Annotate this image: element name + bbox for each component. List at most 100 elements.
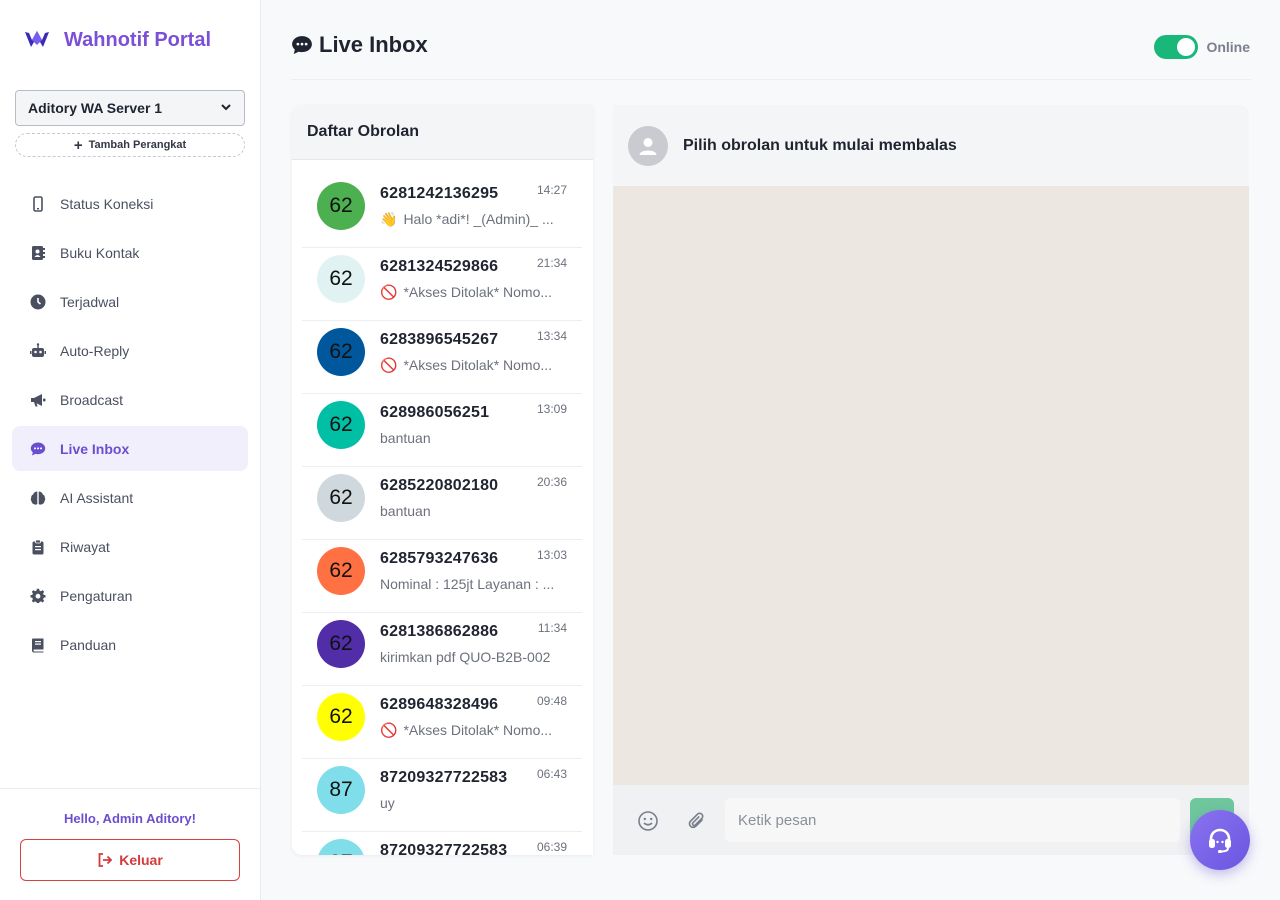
phone-icon [30,195,46,212]
brand[interactable]: Wahnotif Portal [22,26,211,54]
avatar: 62 [317,255,365,303]
sidebar-item-riwayat[interactable]: Riwayat [12,524,248,569]
sidebar-nav: Status Koneksi Buku Kontak Terjadwal Aut… [12,181,248,671]
contact-name: 6285220802180 [380,477,499,494]
chat-list-item[interactable]: 62 6285793247636 13:03 Nominal : 125jt Laya… [302,540,582,613]
sidebar-item-label: Riwayat [60,538,110,555]
book-icon [30,637,46,653]
chat-list-item[interactable]: 62 6289648328496 09:48 🚫 *Akses Ditolak* Nom… [302,686,582,759]
message-preview: 🚫 *Akses Ditolak* Nomo... [380,357,566,374]
page-title-text: Live Inbox [319,32,428,57]
contact-name: 6281386862886 [380,623,499,640]
page-title: Live Inbox [291,32,428,58]
online-status: Online [1154,35,1250,59]
contact-name: 6281242136295 [380,185,499,202]
avatar: 62 [317,328,365,376]
clock-icon [30,294,46,310]
chat-list-item[interactable]: 62 628986056251 13:09 bantuan [302,394,582,467]
sidebar-item-pengaturan[interactable]: Pengaturan [12,573,248,618]
robot-icon [30,342,46,359]
sidebar-item-label: Panduan [60,636,117,653]
message-time: 13:03 [536,548,567,562]
message-time: 06:43 [536,767,567,781]
paperclip-icon[interactable] [686,810,708,832]
message-preview: kirimkan pdf QUO-B2B-002 [380,649,566,665]
chat-window-title: Pilih obrolan untuk mulai membalas [683,136,957,154]
logo-icon [22,26,52,54]
sidebar-item-terjadwal[interactable]: Terjadwal [12,279,248,324]
message-time: 14:27 [536,183,567,197]
emoji-icon[interactable] [637,810,659,832]
contact-name: 628986056251 [380,404,490,421]
add-device-button[interactable]: + Tambah Perangkat [15,133,245,157]
sidebar-item-status-koneksi[interactable]: Status Koneksi [12,181,248,226]
contact-name: 6285793247636 [380,550,499,567]
chat-list-item[interactable]: 62 6281386862886 11:34 kirimkan pdf QUO-B2B… [302,613,582,686]
sidebar-item-label: Live Inbox [60,440,130,457]
chat-list-item[interactable]: 62 6285220802180 20:36 bantuan [302,467,582,540]
message-preview-text: uy [380,795,395,811]
message-preview: uy [380,795,566,811]
chat-list-item[interactable]: 87 87209327722583 06:43 uy [302,759,582,832]
chat-window-header: Pilih obrolan untuk mulai membalas [613,105,1249,186]
message-preview-text: *Akses Ditolak* Nomo... [403,722,553,738]
sidebar-item-broadcast[interactable]: Broadcast [12,377,248,422]
device-select[interactable]: Aditory WA Server 1 [15,90,245,126]
sidebar-item-auto-reply[interactable]: Auto-Reply [12,328,248,373]
contact-name: 6283896545267 [380,331,499,348]
blocked-icon: 🚫 [380,357,398,373]
avatar: 62 [317,474,365,522]
chat-list-item[interactable]: 87 87209327722583 06:39 [302,832,582,855]
blocked-icon: 🚫 [380,722,398,738]
sidebar-item-buku-kontak[interactable]: Buku Kontak [12,230,248,275]
sidebar-item-label: Terjadwal [60,293,120,310]
avatar: 87 [317,766,365,814]
avatar: 87 [317,839,365,855]
chevron-down-icon [220,100,232,116]
chat-list-panel: Daftar Obrolan 62 6281242136295 14:27 👋 Halo… [292,105,593,855]
message-input[interactable] [725,798,1180,842]
logout-label: Keluar [119,852,163,868]
message-preview: 👋 Halo *adi*! _(Admin)_ ... [380,211,566,228]
clipboard-icon [30,539,46,555]
sidebar-item-label: Status Koneksi [60,195,154,212]
chat-list-item[interactable]: 62 6281242136295 14:27 👋 Halo *adi*! _(Admin… [302,175,582,248]
avatar: 62 [317,620,365,668]
address-book-icon [30,245,46,261]
sidebar-item-ai-assistant[interactable]: AI Assistant [12,475,248,520]
logout-icon [98,853,113,867]
message-preview-text: *Akses Ditolak* Nomo... [403,357,553,373]
message-time: 06:39 [536,840,567,854]
avatar: 62 [317,547,365,595]
message-composer [613,785,1249,855]
message-time: 09:48 [536,694,567,708]
plus-icon: + [73,136,83,154]
add-device-label: Tambah Perangkat [88,139,187,151]
sidebar-footer: Hello, Admin Aditory! Keluar [0,788,260,900]
sidebar-item-label: Broadcast [60,391,124,408]
chat-list-item[interactable]: 62 6283896545267 13:34 🚫 *Akses Ditolak* Nom… [302,321,582,394]
message-time: 13:09 [536,402,567,416]
sidebar-item-panduan[interactable]: Panduan [12,622,248,667]
wave-icon: 👋 [380,211,398,227]
message-preview-text: Halo *adi*! _(Admin)_ ... [403,211,554,227]
message-preview-text: bantuan [380,430,431,446]
message-preview: 🚫 *Akses Ditolak* Nomo... [380,722,566,739]
chat-list: 62 6281242136295 14:27 👋 Halo *adi*! _(Admin… [302,175,582,855]
online-toggle[interactable] [1154,35,1199,59]
chat-icon [292,36,312,54]
sidebar-item-live-inbox[interactable]: Live Inbox [12,426,248,471]
logout-button[interactable]: Keluar [20,839,240,881]
gear-icon [30,588,46,604]
contact-name: 87209327722583 [380,769,508,786]
device-select-value: Aditory WA Server 1 [28,100,163,116]
contact-name: 6289648328496 [380,696,499,713]
contact-name: 87209327722583 [380,842,508,855]
greeting: Hello, Admin Aditory! [64,811,196,826]
support-button[interactable] [1190,810,1250,870]
headset-icon [1209,828,1231,853]
chat-icon [30,441,46,457]
blocked-icon: 🚫 [380,284,398,300]
chat-window: Pilih obrolan untuk mulai membalas [613,105,1249,855]
chat-list-item[interactable]: 62 6281324529866 21:34 🚫 *Akses Ditolak* Nom… [302,248,582,321]
